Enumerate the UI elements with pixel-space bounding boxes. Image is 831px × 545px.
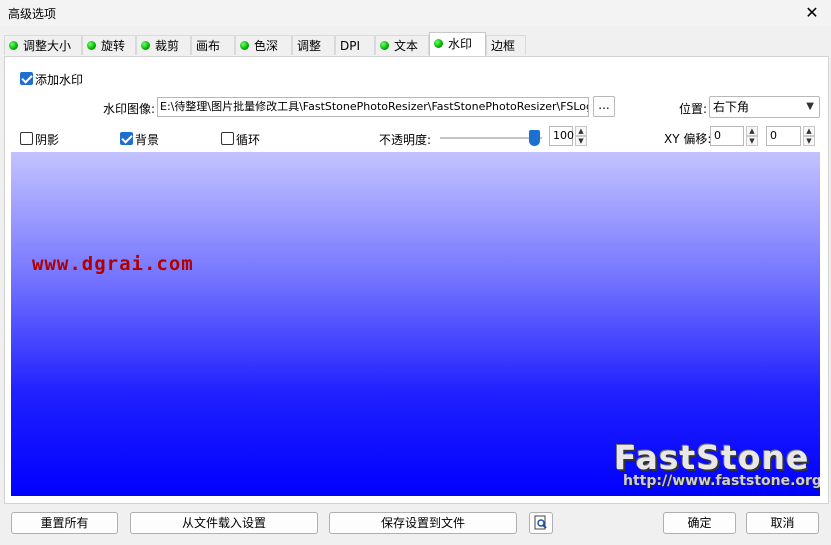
site-watermark-text: www.dgrai.com	[32, 253, 194, 275]
preview-button[interactable]	[529, 512, 553, 534]
opacity-input[interactable]: 100	[549, 126, 574, 146]
status-dot-icon	[141, 41, 150, 50]
add-watermark-checkbox[interactable]	[20, 72, 33, 85]
save-settings-button[interactable]: 保存设置到文件	[329, 512, 517, 534]
faststone-logo-url: http://www.faststone.org	[623, 473, 820, 489]
status-dot-icon	[434, 39, 443, 48]
tab-watermark[interactable]: 水印	[429, 32, 486, 56]
tab-border[interactable]: 边框	[486, 35, 526, 55]
x-offset-stepper[interactable]: ▲ ▼	[746, 126, 758, 146]
tab-crop[interactable]: 裁剪	[136, 35, 191, 55]
stepper-down-icon[interactable]: ▼	[803, 136, 815, 146]
status-dot-icon	[9, 41, 18, 50]
reset-all-button[interactable]: 重置所有	[11, 512, 118, 534]
background-label: 背景	[135, 133, 160, 147]
opacity-stepper[interactable]: ▲ ▼	[575, 126, 587, 146]
y-offset-stepper[interactable]: ▲ ▼	[803, 126, 815, 146]
window-title: 高级选项	[8, 7, 57, 21]
position-label: 位置:	[679, 102, 708, 116]
stepper-up-icon[interactable]: ▲	[575, 126, 587, 136]
position-select[interactable]: 右下角 ▼	[709, 96, 820, 118]
tab-adjust[interactable]: 调整	[292, 35, 335, 55]
x-offset-input[interactable]: 0	[710, 126, 744, 146]
tab-text[interactable]: 文本	[375, 35, 429, 55]
tab-bar: 调整大小 旋转 裁剪 画布 色深 调整 DPI 文本 水印 边框	[4, 32, 831, 57]
title-bar: 高级选项 ✕	[0, 0, 831, 26]
ok-button[interactable]: 确定	[663, 512, 736, 534]
opacity-label: 不透明度:	[379, 133, 432, 147]
loop-label: 循环	[236, 133, 261, 147]
tab-canvas[interactable]: 画布	[191, 35, 235, 55]
opacity-slider-track[interactable]	[440, 137, 542, 139]
y-offset-input[interactable]: 0	[766, 126, 801, 146]
chevron-down-icon: ▼	[806, 101, 814, 112]
cancel-button[interactable]: 取消	[746, 512, 819, 534]
stepper-up-icon[interactable]: ▲	[803, 126, 815, 136]
shadow-checkbox[interactable]	[20, 132, 33, 145]
status-dot-icon	[380, 41, 389, 50]
faststone-logo-text: FastStone	[614, 438, 810, 477]
tab-rotate[interactable]: 旋转	[82, 35, 136, 55]
browse-button[interactable]: ...	[593, 96, 615, 117]
opacity-slider-thumb[interactable]	[529, 130, 540, 146]
tab-resize[interactable]: 调整大小	[4, 35, 82, 55]
status-dot-icon	[87, 41, 96, 50]
load-settings-button[interactable]: 从文件载入设置	[130, 512, 318, 534]
close-button[interactable]: ✕	[800, 3, 824, 23]
status-dot-icon	[240, 41, 249, 50]
watermark-image-label: 水印图像:	[103, 102, 156, 116]
tab-color-depth[interactable]: 色深	[235, 35, 292, 55]
tab-dpi[interactable]: DPI	[335, 35, 375, 55]
stepper-down-icon[interactable]: ▼	[746, 136, 758, 146]
loop-checkbox[interactable]	[221, 132, 234, 145]
add-watermark-label: 添加水印	[35, 73, 84, 87]
stepper-down-icon[interactable]: ▼	[575, 136, 587, 146]
watermark-image-path-field[interactable]: E:\待整理\图片批量修改工具\FastStonePhotoResizer\Fa…	[157, 97, 589, 117]
background-checkbox[interactable]	[120, 132, 133, 145]
magnifier-icon	[534, 515, 547, 530]
preview-area: www.dgrai.com FastStone http://www.fasts…	[11, 152, 820, 496]
xy-offset-label: XY 偏移:	[664, 132, 712, 146]
shadow-label: 阴影	[35, 133, 60, 147]
stepper-up-icon[interactable]: ▲	[746, 126, 758, 136]
